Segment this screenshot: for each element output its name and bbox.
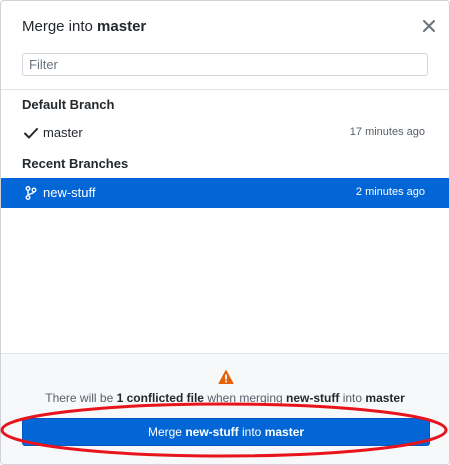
warning-target-branch: master bbox=[365, 391, 405, 405]
dialog-title: Merge into master bbox=[22, 18, 146, 35]
checkmark-icon bbox=[24, 128, 38, 139]
default-branch-heading: Default Branch bbox=[22, 97, 115, 112]
merge-dialog: Merge into master Default Branch master … bbox=[0, 0, 450, 465]
merge-label-part1: Merge bbox=[147, 425, 182, 439]
recent-branches-heading: Recent Branches bbox=[22, 156, 129, 171]
warning-icon bbox=[218, 370, 234, 384]
warning-source-branch: new-stuff bbox=[286, 391, 340, 405]
branch-name: master bbox=[43, 125, 83, 140]
conflict-warning-text: There will be 1 conflicted file when mer… bbox=[1, 391, 449, 405]
branch-row-new-stuff[interactable]: new-stuff 2 minutes ago bbox=[1, 178, 449, 208]
branch-icon bbox=[25, 186, 37, 200]
warning-part2: when merging bbox=[207, 391, 283, 405]
branch-name: new-stuff bbox=[43, 185, 96, 200]
dialog-footer: There will be 1 conflicted file when mer… bbox=[1, 353, 449, 464]
title-branch: master bbox=[97, 18, 147, 35]
branch-row-master[interactable]: master 17 minutes ago bbox=[1, 118, 449, 148]
merge-source-branch: new-stuff bbox=[185, 425, 239, 439]
close-icon[interactable] bbox=[421, 18, 437, 34]
branch-time: 17 minutes ago bbox=[349, 126, 425, 138]
branch-time: 2 minutes ago bbox=[355, 186, 425, 198]
merge-label-part2: into bbox=[241, 425, 262, 439]
dialog-header: Merge into master bbox=[1, 1, 449, 90]
merge-target-branch: master bbox=[264, 425, 305, 439]
title-prefix: Merge into bbox=[22, 18, 93, 35]
warning-part1: There will be bbox=[45, 391, 114, 405]
merge-button[interactable]: Merge new-stuff into master bbox=[22, 418, 430, 446]
filter-input[interactable] bbox=[22, 53, 428, 76]
warning-part3: into bbox=[342, 391, 363, 405]
conflict-count: 1 conflicted file bbox=[116, 391, 204, 405]
